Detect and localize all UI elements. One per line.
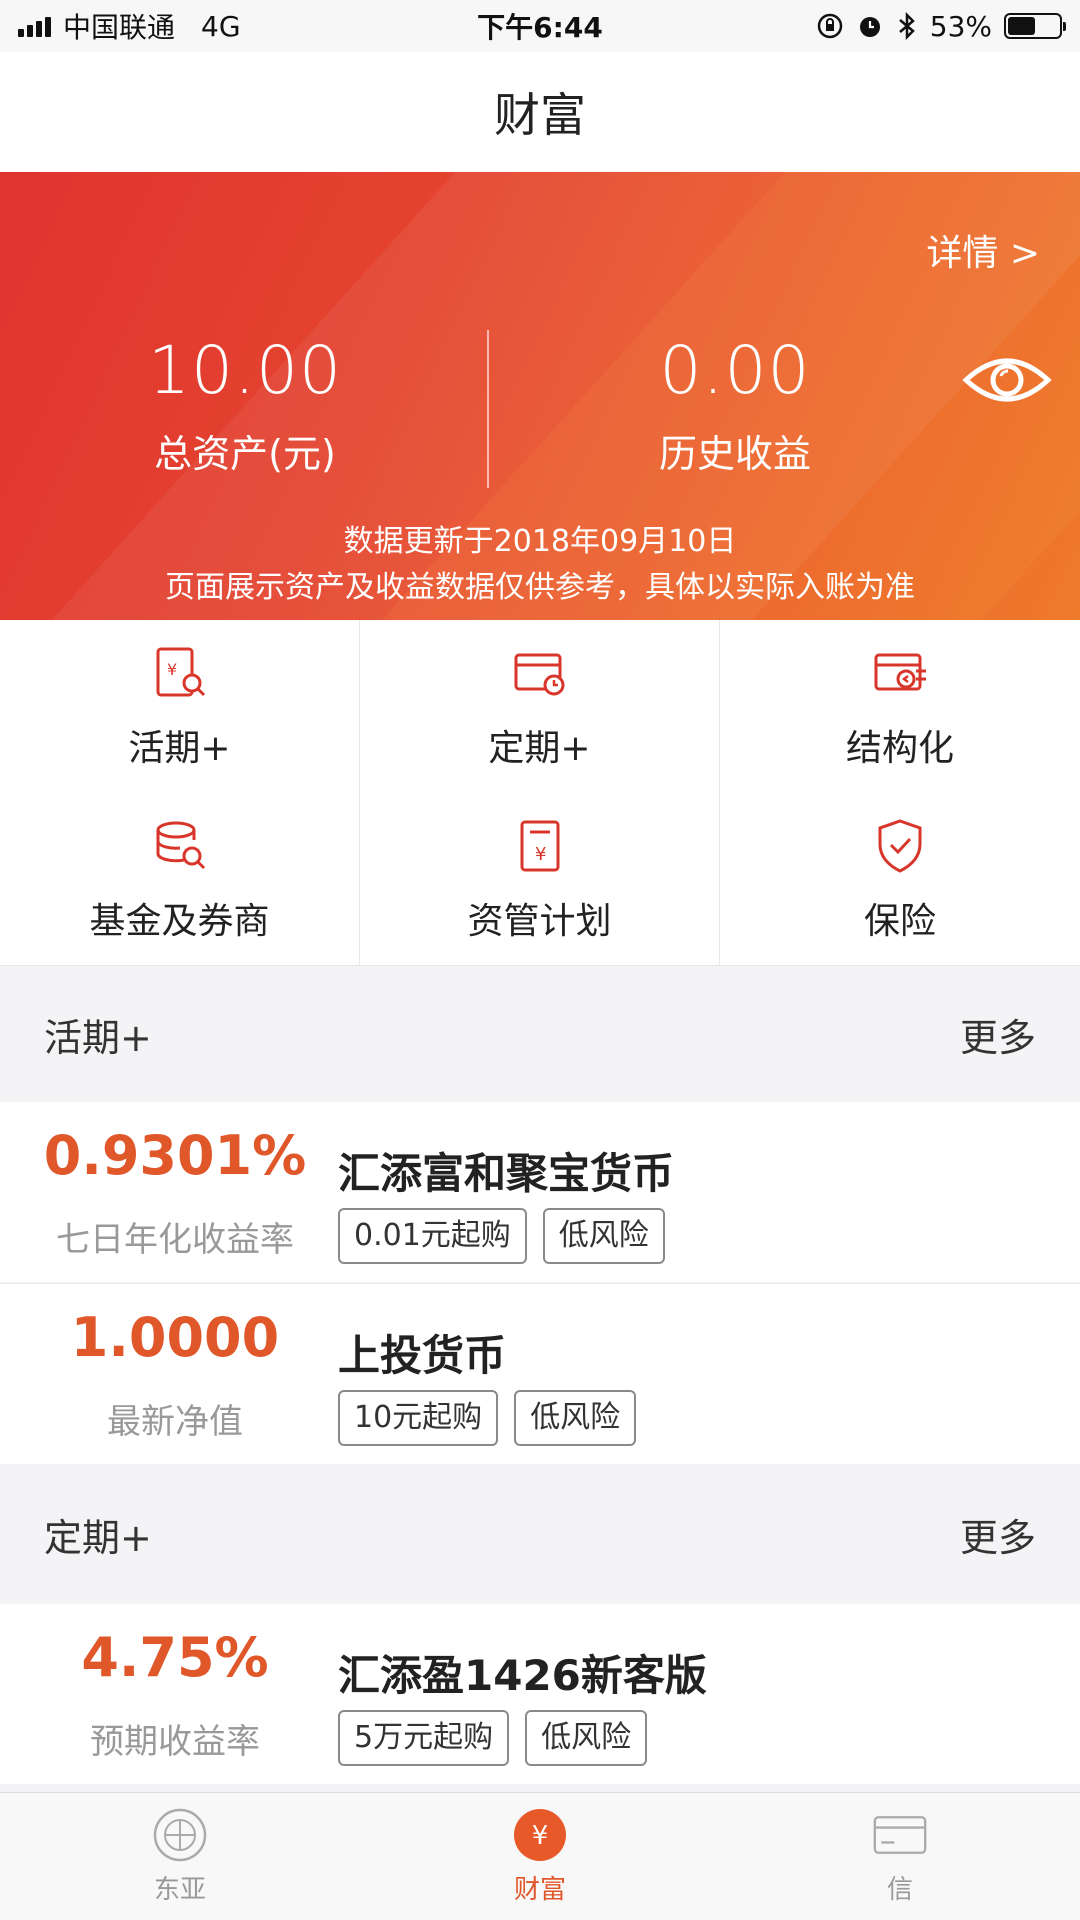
battery-icon: [1004, 13, 1066, 39]
tab-bea[interactable]: 东亚: [0, 1793, 360, 1920]
tab-wealth[interactable]: ¥ 财富: [360, 1793, 720, 1920]
section-header-fixed: 定期+ 更多: [0, 1466, 1080, 1602]
product-card[interactable]: 4.75% 预期收益率 汇添盈1426新客版 5万元起购 低风险: [0, 1604, 1080, 1784]
eye-icon[interactable]: [962, 350, 1052, 410]
disclaimer: 页面展示资产及收益数据仅供参考，具体以实际入账为准: [165, 570, 915, 605]
tab-label: 信: [886, 1875, 913, 1905]
asset-plan-icon: ¥: [520, 820, 559, 871]
section-header-demand: 活期+ 更多: [0, 966, 1080, 1102]
credit-card-icon: [873, 1816, 927, 1854]
bluetooth-icon: [898, 12, 915, 40]
update-note: 数据更新于2018年09月10日: [343, 524, 737, 559]
total-assets: 10.00 总资产(元): [0, 332, 490, 478]
fixed-term-icon: [514, 653, 564, 695]
product-card[interactable]: 0.9301% 七日年化收益率 汇添富和聚宝货币 0.01元起购 低风险: [0, 1102, 1080, 1282]
product-tag: 5万元起购: [338, 1710, 510, 1766]
asset-summary-card: 详情 > 10.00 总资产(元) 0.00 历史收益 数据更新于2018年09…: [0, 172, 1080, 620]
product-rate: 4.75%: [81, 1626, 269, 1689]
product-tag: 低风险: [514, 1390, 637, 1446]
product-tags: 10元起购 低风险: [338, 1390, 637, 1446]
category-label: 保险: [863, 900, 936, 942]
category-fund[interactable]: 基金及券商: [0, 793, 360, 966]
category-demand[interactable]: ¥ 活期+: [0, 620, 360, 793]
category-label: 基金及券商: [89, 900, 270, 942]
signal-icon: [18, 15, 51, 37]
tab-label: 东亚: [153, 1875, 206, 1905]
category-fixed[interactable]: 定期+: [360, 620, 720, 793]
status-bar: 中国联通 4G 下午6:44 53%: [0, 0, 1080, 52]
insurance-icon: [878, 818, 922, 873]
history-income: 0.00 历史收益: [490, 332, 980, 478]
detail-link[interactable]: 详情 >: [926, 224, 1040, 276]
bank-globe-icon: [153, 1808, 207, 1862]
svg-text:¥: ¥: [167, 660, 177, 679]
product-tag: 10元起购: [338, 1390, 499, 1446]
svg-text:¥: ¥: [532, 1821, 549, 1851]
tab-label: 财富: [513, 1875, 566, 1905]
total-assets-label: 总资产(元): [154, 432, 336, 476]
category-structured[interactable]: 结构化: [720, 620, 1080, 793]
category-grid: ¥ 活期+ 定期+ 结构化 基金及券商 ¥ 资管计划 保险: [0, 620, 1080, 966]
section-title: 活期+: [44, 1015, 152, 1060]
product-rate-label: 七日年化收益率: [56, 1220, 294, 1260]
yen-coin-icon: ¥: [514, 1809, 566, 1861]
product-tag: 低风险: [542, 1208, 665, 1264]
category-asset-plan[interactable]: ¥ 资管计划: [360, 793, 720, 966]
category-label: 结构化: [845, 727, 954, 769]
page-title: 财富: [0, 52, 1080, 172]
category-label: 资管计划: [467, 900, 612, 942]
section-title: 定期+: [44, 1515, 152, 1560]
history-income-label: 历史收益: [658, 432, 811, 476]
alarm-icon: [859, 17, 880, 37]
history-income-value: 0.00: [659, 332, 811, 409]
structured-icon: [874, 653, 926, 690]
category-label: 活期+: [128, 727, 231, 769]
fund-icon: [156, 821, 205, 869]
product-tag: 低风险: [525, 1710, 648, 1766]
product-name: 汇添盈1426新客版: [338, 1651, 707, 1700]
product-tags: 5万元起购 低风险: [338, 1710, 648, 1766]
rotation-lock-icon: [817, 13, 843, 39]
product-rate: 0.9301%: [43, 1124, 307, 1187]
category-insurance[interactable]: 保险: [720, 793, 1080, 966]
product-card[interactable]: 1.0000 最新净值 上投货币 10元起购 低风险: [0, 1284, 1080, 1464]
network-type: 4G: [201, 9, 241, 43]
product-name: 上投货币: [338, 1331, 507, 1380]
product-tag: 0.01元起购: [338, 1208, 527, 1264]
more-link[interactable]: 更多: [960, 1007, 1036, 1062]
category-label: 定期+: [488, 727, 591, 769]
product-rate-label: 预期收益率: [90, 1722, 260, 1762]
product-rate-label: 最新净值: [107, 1402, 243, 1442]
more-link[interactable]: 更多: [960, 1507, 1036, 1562]
tab-bar: 东亚 ¥ 财富 信: [0, 1792, 1080, 1920]
tab-credit[interactable]: 信: [720, 1793, 1080, 1920]
product-rate: 1.0000: [70, 1306, 280, 1369]
total-assets-value: 10.00: [148, 332, 342, 409]
carrier-name: 中国联通: [63, 11, 176, 44]
product-tags: 0.01元起购 低风险: [338, 1208, 665, 1264]
battery-percent: 53%: [929, 9, 992, 43]
hero-divider: [487, 330, 489, 488]
demand-deposit-icon: ¥: [156, 647, 205, 696]
product-name: 汇添富和聚宝货币: [338, 1149, 675, 1198]
svg-text:¥: ¥: [535, 844, 546, 865]
